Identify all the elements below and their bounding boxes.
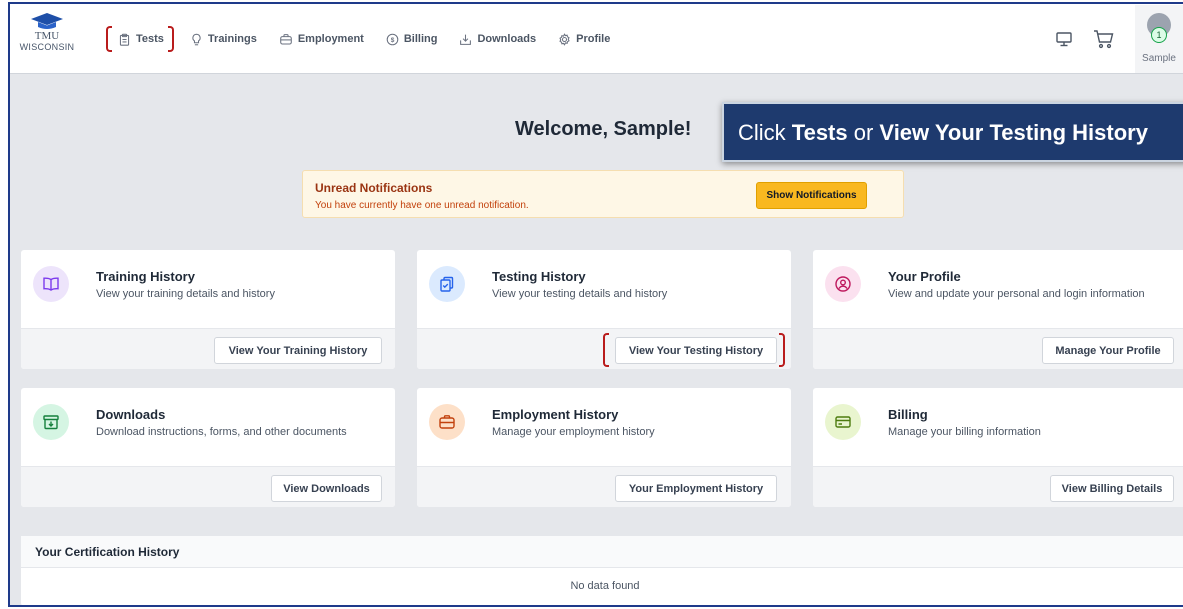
card-billing: Billing Manage your billing information … — [812, 387, 1183, 508]
card-title: Downloads — [96, 407, 166, 422]
certification-history-title: Your Certification History — [21, 536, 1183, 568]
your-employment-history-button[interactable]: Your Employment History — [615, 475, 777, 502]
card-icon-bg — [33, 266, 69, 302]
view-billing-details-button[interactable]: View Billing Details — [1050, 475, 1174, 502]
callout-pre: Click — [738, 120, 792, 145]
card-title: Training History — [96, 269, 195, 284]
dollar-circle-icon: $ — [386, 33, 399, 45]
nav-employment-label: Employment — [297, 33, 364, 45]
nav-profile[interactable]: Profile — [558, 26, 610, 52]
nav-trainings[interactable]: Trainings — [190, 26, 257, 52]
card-icon-bg — [429, 404, 465, 440]
briefcase-icon — [439, 415, 455, 429]
user-menu[interactable]: 1 Sample — [1135, 5, 1183, 73]
instruction-callout: Click Tests or View Your Testing History — [722, 102, 1183, 162]
callout-mid: or — [847, 120, 880, 145]
nav-tests-label: Tests — [136, 33, 164, 45]
nav-tests[interactable]: Tests — [106, 26, 174, 52]
card-description: Manage your billing information — [888, 426, 1041, 438]
card-footer: Manage Your Profile — [813, 328, 1183, 369]
notification-banner: Unread Notifications You have currently … — [302, 170, 904, 218]
card-footer: View Your Testing History — [417, 328, 791, 369]
empty-state-text: No data found — [570, 580, 640, 592]
card-footer: View Downloads — [21, 466, 395, 507]
book-icon — [43, 277, 59, 291]
highlight-bracket-left — [106, 26, 112, 52]
show-notifications-button[interactable]: Show Notifications — [756, 182, 867, 209]
user-circle-icon — [835, 276, 851, 292]
card-downloads: Downloads Download instructions, forms, … — [20, 387, 396, 508]
card-testing-history: Testing History View your testing detail… — [416, 249, 792, 370]
top-right-actions: 1 Sample — [1055, 4, 1183, 74]
callout-bold-view-testing: View Your Testing History — [879, 120, 1148, 145]
highlight-bracket-right — [167, 26, 174, 52]
card-icon-bg — [825, 404, 861, 440]
card-employment-history: Employment History Manage your employmen… — [416, 387, 792, 508]
card-title: Your Profile — [888, 269, 961, 284]
highlight-bracket-right — [779, 333, 785, 367]
credit-card-icon — [835, 416, 851, 428]
view-testing-history-button[interactable]: View Your Testing History — [615, 337, 777, 364]
notification-count-badge: 1 — [1151, 27, 1167, 43]
card-description: View your testing details and history — [492, 288, 668, 300]
card-icon-bg — [33, 404, 69, 440]
card-description: Download instructions, forms, and other … — [96, 426, 347, 438]
nav-downloads[interactable]: Downloads — [459, 26, 536, 52]
welcome-heading: Welcome, Sample! — [515, 118, 692, 140]
nav-trainings-label: Trainings — [207, 33, 257, 45]
logo[interactable]: TMU WISCONSIN — [16, 12, 78, 66]
card-training-history: Training History View your training deta… — [20, 249, 396, 370]
card-description: Manage your employment history — [492, 426, 655, 438]
main-nav: Tests Trainings Employment $ Billing Dow… — [106, 26, 632, 52]
highlight-bracket-left — [603, 333, 609, 367]
svg-text:$: $ — [391, 36, 395, 43]
briefcase-icon — [280, 33, 292, 44]
card-title: Testing History — [492, 269, 586, 284]
card-your-profile: Your Profile View and update your person… — [812, 249, 1183, 370]
user-name: Sample — [1142, 53, 1176, 64]
nav-downloads-label: Downloads — [477, 33, 537, 45]
card-title: Employment History — [492, 407, 619, 422]
callout-bold-tests: Tests — [791, 120, 848, 145]
card-title: Billing — [888, 407, 928, 422]
clipboard-check-icon — [440, 276, 454, 292]
nav-billing[interactable]: $ Billing — [386, 26, 438, 52]
graduation-cap-icon — [31, 13, 63, 29]
logo-line2: WISCONSIN — [19, 42, 75, 52]
manage-your-profile-button[interactable]: Manage Your Profile — [1042, 337, 1174, 364]
logo-line1: TMU — [34, 30, 60, 42]
nav-employment[interactable]: Employment — [279, 26, 364, 52]
card-footer: Your Employment History — [417, 466, 791, 507]
download-tray-icon — [460, 34, 472, 45]
nav-profile-label: Profile — [576, 33, 611, 45]
top-navbar: TMU WISCONSIN Tests Trainings Employment… — [10, 4, 1183, 74]
clipboard-icon — [119, 33, 130, 46]
nav-billing-label: Billing — [403, 33, 438, 45]
view-training-history-button[interactable]: View Your Training History — [214, 337, 382, 364]
card-icon-bg — [429, 266, 465, 302]
app-frame: TMU WISCONSIN Tests Trainings Employment… — [8, 2, 1183, 607]
cart-icon[interactable] — [1093, 29, 1115, 49]
card-description: View your training details and history — [96, 288, 275, 300]
card-footer: View Billing Details — [813, 466, 1183, 507]
notification-text: You have currently have one unread notif… — [315, 200, 529, 211]
notification-title: Unread Notifications — [315, 181, 433, 195]
view-downloads-button[interactable]: View Downloads — [271, 475, 382, 502]
certification-history-panel: Your Certification History No data found — [20, 535, 1183, 605]
archive-icon — [43, 415, 59, 430]
card-description: View and update your personal and login … — [888, 288, 1145, 300]
card-icon-bg — [825, 266, 861, 302]
lightbulb-icon — [192, 33, 201, 45]
avatar: 1 — [1147, 13, 1171, 43]
gear-icon — [559, 32, 570, 46]
monitor-icon[interactable] — [1055, 30, 1073, 48]
card-footer: View Your Training History — [21, 328, 395, 369]
